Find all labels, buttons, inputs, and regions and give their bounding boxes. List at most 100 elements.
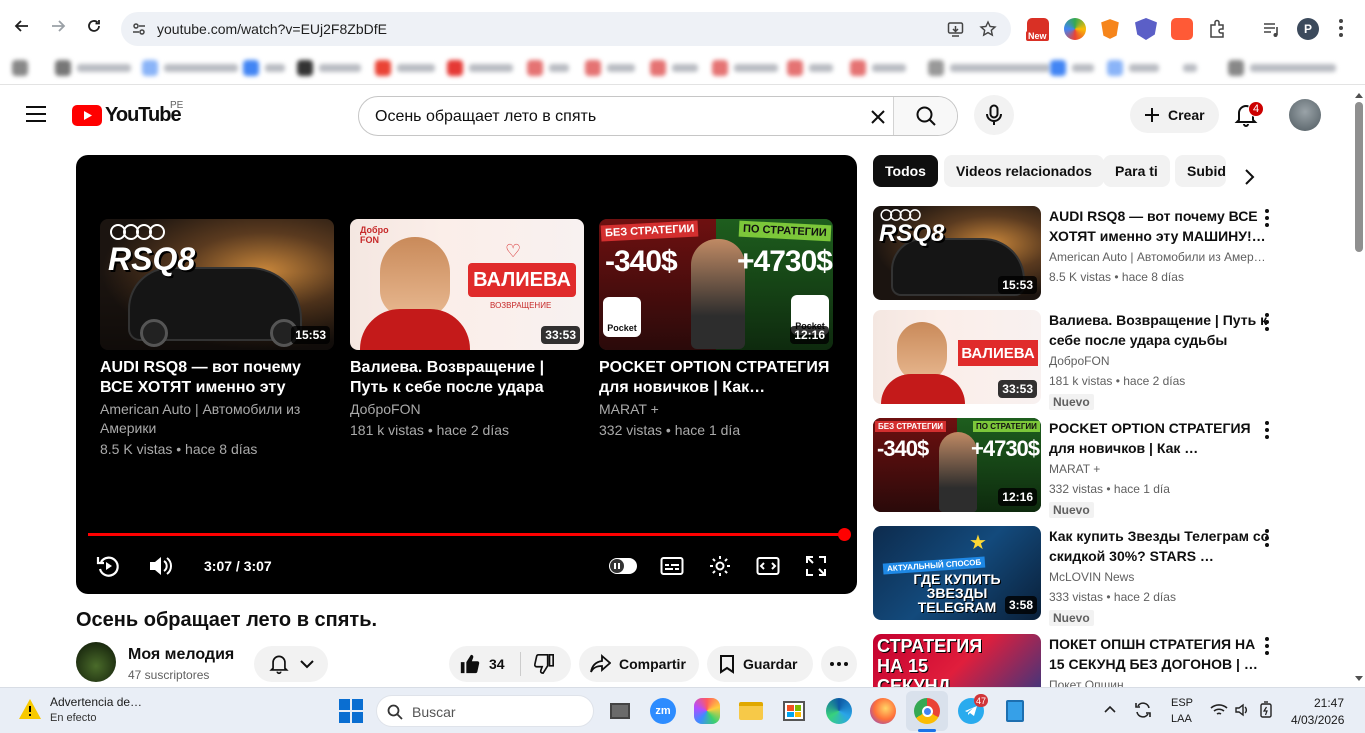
bookmark-item[interactable] [712,59,778,77]
video-title[interactable]: ПОКЕТ ОПШН СТРАТЕГИЯ НА 15 СЕКУНД БЕЗ ДО… [1049,634,1271,674]
warning-title[interactable]: Advertencia de… [50,695,142,709]
task-view-icon[interactable] [607,698,633,724]
video-thumbnail[interactable]: БЕЗ СТРАТЕГИИ -340$ ПО СТРАТЕГИИ +4730$ … [873,418,1041,512]
recommended-video[interactable]: RSQ8 15:53 AUDI RSQ8 — вот почему ВСЕ ХО… [873,206,1283,306]
channel-name[interactable]: Моя мелодия [128,646,234,664]
video-title[interactable]: Валиева. Возвращение | Путь к себе после… [1049,310,1271,350]
color-extension-icon[interactable] [1064,18,1086,40]
shield-extension-icon[interactable] [1135,18,1157,40]
youtube-logo[interactable]: YouTube [72,104,182,127]
channel-avatar[interactable] [76,642,116,682]
video-title[interactable]: POCKET OPTION СТРАТЕГИЯ для новичков | К… [1049,418,1271,458]
back-button[interactable] [10,14,34,38]
share-button[interactable]: Compartir [579,646,699,682]
media-controls-icon[interactable] [1260,18,1282,40]
account-avatar[interactable] [1289,99,1321,131]
bookmark-item[interactable] [850,59,906,77]
bookmark-item[interactable] [297,59,361,77]
hamburger-menu-icon[interactable] [26,106,46,122]
theater-mode-button[interactable] [755,553,781,579]
bookmark-item[interactable] [1107,59,1159,77]
bookmark-item[interactable] [55,59,131,77]
bookmark-item[interactable] [1183,59,1197,77]
more-vert-icon[interactable] [1259,420,1275,440]
video-thumbnail[interactable]: БЕЗ СТРАТЕГИИ -340$ ПО СТРАТЕГИИ +4730$ … [599,219,833,350]
recommended-video[interactable]: СТРАТЕГИЯ НА 15 СЕКУНД ПОКЕТ ОПШН СТРАТЕ… [873,634,1283,687]
windows-start-icon[interactable] [338,698,364,724]
bookmark-item[interactable] [12,59,28,77]
channel-name[interactable]: MARAT + [1049,462,1271,476]
video-thumbnail[interactable]: RSQ8 15:53 [873,206,1041,300]
like-button[interactable]: 34 [449,652,521,676]
browser-menu-icon[interactable] [1339,19,1343,37]
video-title[interactable]: AUDI RSQ8 — вот почему ВСЕ ХОТЯТ именно … [1049,206,1271,246]
endcard-title[interactable]: Валиева. Возвращение | Путь к себе после… [350,358,584,398]
search-input[interactable]: Осень обращает лето в спять [375,108,596,126]
autoplay-toggle[interactable] [609,558,637,574]
more-actions-button[interactable] [821,646,857,682]
endcard-title[interactable]: POCKET OPTION СТРАТЕГИЯ для новичков | К… [599,358,833,398]
microsoft-store-icon[interactable] [781,698,807,724]
endcard-title[interactable]: AUDI RSQ8 — вот почему ВСЕ ХОТЯТ именно … [100,358,334,398]
video-thumbnail[interactable]: АКТУАЛЬНЫЙ СПОСОБ ГДЕ КУПИТЬ ЗВЕЗДЫ TELE… [873,526,1041,620]
address-bar[interactable]: youtube.com/watch?v=EUj2F8ZbDfE [121,12,1011,46]
profile-avatar[interactable]: P [1297,18,1319,40]
input-language[interactable]: ESP [1171,697,1193,709]
settings-button[interactable] [707,553,733,579]
replay-button[interactable] [95,553,121,579]
progress-bar[interactable] [88,533,844,536]
search-button[interactable] [893,97,957,135]
edge-browser-icon[interactable] [826,698,852,724]
voice-search-button[interactable] [974,95,1014,135]
all-bookmarks[interactable] [1228,59,1336,77]
dislike-button[interactable] [521,653,555,675]
scrollbar-thumb[interactable] [1355,102,1363,252]
sync-icon[interactable] [1133,700,1153,720]
video-title[interactable]: Как купить Звезды Телеграм со скидкой 30… [1049,526,1271,566]
chevron-up-icon[interactable] [1104,705,1116,713]
recommended-video[interactable]: БЕЗ СТРАТЕГИИ -340$ ПО СТРАТЕГИИ +4730$ … [873,418,1283,518]
bookmark-item[interactable] [142,59,238,77]
bookmark-item[interactable] [787,59,833,77]
subtitles-button[interactable] [659,553,685,579]
chip-related[interactable]: Videos relacionados [944,155,1104,187]
bookmark-item[interactable] [527,59,569,77]
page-scrollbar[interactable] [1353,88,1365,687]
chevron-right-icon[interactable] [1243,168,1257,186]
subscription-notification-button[interactable] [254,646,328,682]
extensions-puzzle-icon[interactable] [1207,18,1229,40]
more-vert-icon[interactable] [1259,636,1275,656]
record-extension-icon[interactable] [1171,18,1193,40]
clock-date[interactable]: 4/03/2026 [1291,713,1344,727]
battery-icon[interactable] [1257,701,1275,719]
endscreen-video-card[interactable]: RSQ8 15:53 AUDI RSQ8 — вот почему ВСЕ ХО… [100,219,334,459]
forward-button[interactable] [46,14,70,38]
install-app-icon[interactable] [947,21,964,38]
chip-todos[interactable]: Todos [873,155,938,187]
bookmark-item[interactable] [243,59,285,77]
chip-for-you[interactable]: Para ti [1103,155,1170,187]
more-vert-icon[interactable] [1259,528,1275,548]
endscreen-video-card[interactable]: БЕЗ СТРАТЕГИИ -340$ ПО СТРАТЕГИИ +4730$ … [599,219,833,440]
more-vert-icon[interactable] [1259,208,1275,228]
search-bar[interactable]: Осень обращает лето в спять [358,96,958,136]
channel-name[interactable]: American Auto | Автомобили из Амери… [1049,250,1271,264]
metamask-fox-icon[interactable] [1101,19,1119,39]
wifi-icon[interactable] [1210,703,1228,717]
bookmark-item[interactable] [928,59,1050,77]
bookmark-star-icon[interactable] [979,20,997,38]
notifications-button[interactable]: 4 [1234,101,1264,128]
taskbar-search[interactable]: Buscar [376,695,594,727]
copilot-icon[interactable] [694,698,720,724]
chrome-icon[interactable] [914,698,940,724]
fullscreen-button[interactable] [803,553,829,579]
speaker-icon[interactable] [1234,702,1250,718]
reload-button[interactable] [82,14,106,38]
file-explorer-icon[interactable] [738,698,764,724]
create-button[interactable]: Crear [1130,97,1219,133]
channel-name[interactable]: Покет Опшин [1049,678,1271,687]
bookmark-item[interactable] [447,59,513,77]
clock-time[interactable]: 21:47 [1314,696,1344,710]
bookmark-item[interactable] [1050,59,1094,77]
clear-search-icon[interactable] [869,108,887,126]
